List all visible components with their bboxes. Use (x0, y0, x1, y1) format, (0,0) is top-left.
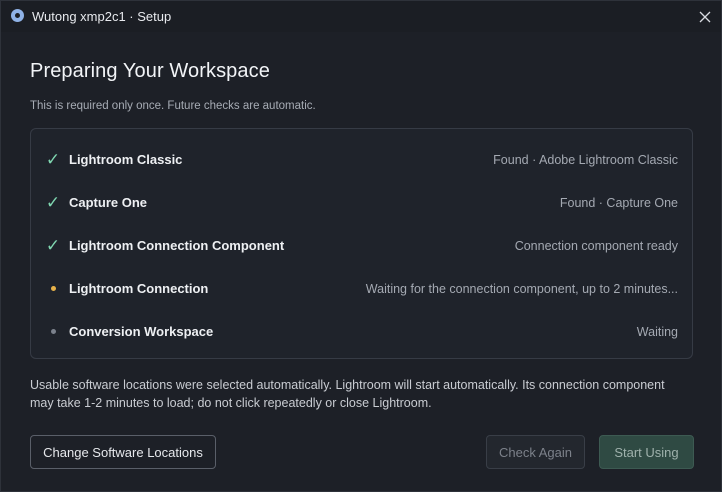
start-using-button[interactable]: Start Using (599, 435, 694, 469)
check-status: Waiting for the connection component, up… (365, 281, 678, 296)
check-status: Found · Capture One (559, 195, 678, 210)
title-bar: Wutong xmp2c1 · Setup (1, 1, 721, 32)
check-name: Conversion Workspace (69, 324, 214, 339)
checkmark-icon: ✓ (45, 149, 61, 170)
info-note: Usable software locations were selected … (30, 378, 665, 410)
check-row-capture-one: ✓ Capture One Found · Capture One (31, 181, 692, 224)
check-row-lightroom-connection: Lightroom Connection Waiting for the con… (31, 267, 692, 310)
app-logo-icon (11, 9, 24, 22)
check-again-button[interactable]: Check Again (486, 435, 585, 469)
checks-panel: ✓ Lightroom Classic Found · Adobe Lightr… (30, 128, 693, 359)
setup-window: Wutong xmp2c1 · Setup Preparing Your Wor… (0, 0, 722, 492)
check-status: Found · Adobe Lightroom Classic (493, 152, 678, 167)
checkmark-icon: ✓ (45, 235, 61, 256)
page-title: Preparing Your Workspace (30, 60, 270, 82)
check-status: Connection component ready (514, 238, 678, 253)
close-icon (699, 11, 711, 22)
check-name: Lightroom Classic (69, 152, 183, 167)
check-name: Lightroom Connection (69, 281, 209, 296)
check-row-lightroom-classic: ✓ Lightroom Classic Found · Adobe Lightr… (31, 138, 692, 181)
check-name: Capture One (69, 195, 148, 210)
close-button[interactable] (689, 1, 721, 32)
check-status: Waiting (636, 324, 678, 339)
page-subtitle: This is required only once. Future check… (30, 100, 316, 112)
gray-dot-icon (44, 323, 62, 341)
window-title: Wutong xmp2c1 · Setup (32, 9, 172, 24)
change-software-locations-button[interactable]: Change Software Locations (30, 435, 216, 469)
checkmark-icon: ✓ (45, 192, 61, 213)
check-row-connection-component: ✓ Lightroom Connection Component Connect… (31, 224, 692, 267)
check-name: Lightroom Connection Component (69, 238, 285, 253)
check-row-conversion-workspace: Conversion Workspace Waiting (31, 310, 692, 353)
amber-dot-icon (44, 280, 62, 298)
